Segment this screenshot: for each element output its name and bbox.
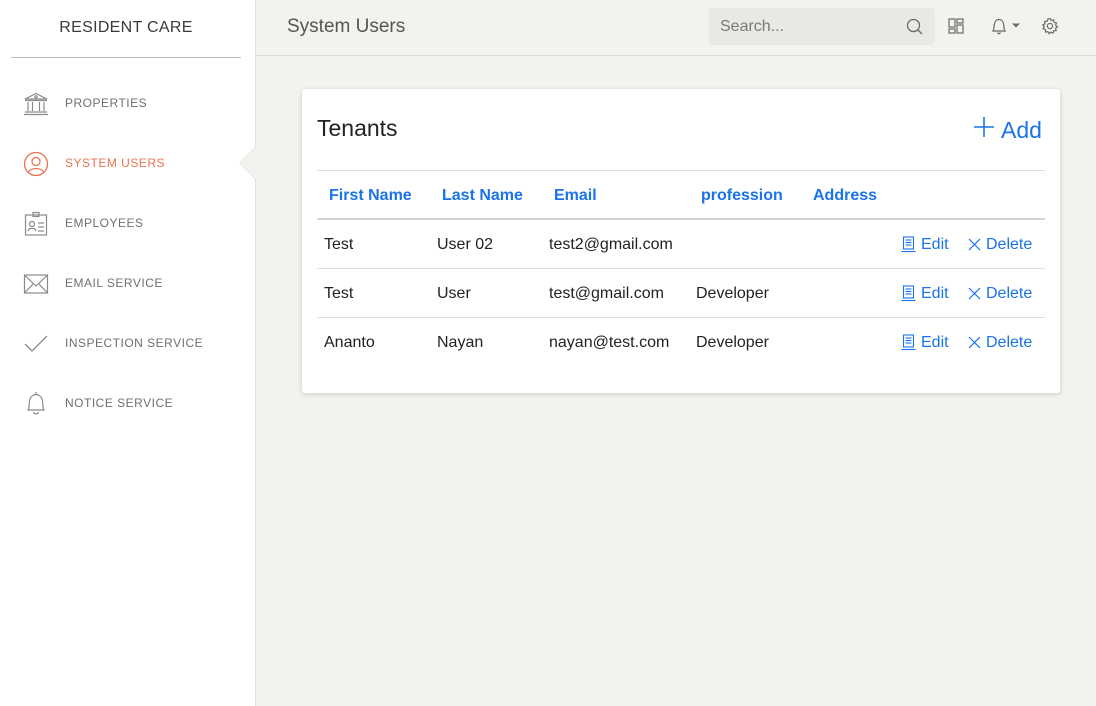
sidebar-item-system-users[interactable]: SYSTEM USERS xyxy=(0,143,255,183)
card-title: Tenants xyxy=(317,115,398,141)
sidebar: RESIDENT CARE PROPERTIES SYSTEM USERS EM… xyxy=(0,0,256,706)
edit-document-icon xyxy=(901,285,916,302)
sidebar-item-label: EMPLOYEES xyxy=(65,216,144,230)
close-icon xyxy=(968,287,981,300)
id-card-icon xyxy=(23,211,49,237)
sidebar-item-employees[interactable]: EMPLOYEES xyxy=(0,203,255,243)
sidebar-item-label: EMAIL SERVICE xyxy=(65,276,163,290)
sidebar-item-notice-service[interactable]: NOTICE SERVICE xyxy=(0,383,255,423)
add-button-label: Add xyxy=(1001,116,1042,143)
sidebar-item-properties[interactable]: PROPERTIES xyxy=(0,83,255,123)
cell-last-name: User xyxy=(437,285,471,302)
cell-email: nayan@test.com xyxy=(549,334,670,351)
cell-first-name: Test xyxy=(324,285,354,302)
edit-button[interactable]: Edit xyxy=(901,269,949,318)
notifications-bell-icon[interactable] xyxy=(990,17,1022,37)
active-indicator xyxy=(240,147,256,179)
column-header-profession[interactable]: profession xyxy=(701,171,783,220)
settings-gear-icon[interactable] xyxy=(1041,17,1061,37)
brand-title: RESIDENT CARE xyxy=(11,0,241,58)
edit-label: Edit xyxy=(921,236,949,253)
close-icon xyxy=(968,238,981,251)
cell-last-name: User 02 xyxy=(437,236,494,253)
sidebar-item-inspection-service[interactable]: INSPECTION SERVICE xyxy=(0,323,255,363)
table-header: First Name Last Name Email profession Ad… xyxy=(317,171,1045,220)
bank-icon xyxy=(23,91,49,117)
delete-label: Delete xyxy=(986,285,1033,302)
bell-icon xyxy=(23,391,49,417)
column-header-email[interactable]: Email xyxy=(554,171,597,220)
cell-email: test@gmail.com xyxy=(549,285,664,302)
column-header-address[interactable]: Address xyxy=(813,171,877,220)
page-title: System Users xyxy=(287,16,406,37)
sidebar-item-label: PROPERTIES xyxy=(65,96,148,110)
edit-button[interactable]: Edit xyxy=(901,220,949,269)
delete-label: Delete xyxy=(986,236,1033,253)
table-row: Test User test@gmail.com Developer Edit … xyxy=(317,269,1045,318)
sidebar-item-label: INSPECTION SERVICE xyxy=(65,336,204,350)
checkmark-icon xyxy=(23,331,49,357)
delete-button[interactable]: Delete xyxy=(968,269,1032,318)
edit-label: Edit xyxy=(921,334,949,351)
sidebar-item-label: NOTICE SERVICE xyxy=(65,396,174,410)
cell-email: test2@gmail.com xyxy=(549,236,673,253)
delete-button[interactable]: Delete xyxy=(968,220,1032,269)
sidebar-item-email-service[interactable]: EMAIL SERVICE xyxy=(0,263,255,303)
edit-document-icon xyxy=(901,334,916,351)
cell-last-name: Nayan xyxy=(437,334,484,351)
dashboard-icon[interactable] xyxy=(947,17,967,37)
table-row: Test User 02 test2@gmail.com Edit Delete xyxy=(317,220,1045,269)
delete-label: Delete xyxy=(986,334,1033,351)
cell-first-name: Ananto xyxy=(324,334,375,351)
edit-button[interactable]: Edit xyxy=(901,318,949,367)
cell-profession: Developer xyxy=(696,334,769,351)
column-header-first-name[interactable]: First Name xyxy=(329,171,412,220)
top-bar: System Users xyxy=(256,0,1096,56)
edit-document-icon xyxy=(901,236,916,253)
tenants-card: Tenants Add First Name Last Name Email p… xyxy=(302,89,1060,393)
user-circle-icon xyxy=(23,151,49,177)
tenants-table: First Name Last Name Email profession Ad… xyxy=(317,170,1045,367)
sidebar-item-label: SYSTEM USERS xyxy=(65,156,166,170)
search-box xyxy=(709,8,935,45)
cell-first-name: Test xyxy=(324,236,354,253)
envelope-icon xyxy=(23,271,49,297)
edit-label: Edit xyxy=(921,285,949,302)
table-row: Ananto Nayan nayan@test.com Developer Ed… xyxy=(317,318,1045,367)
close-icon xyxy=(968,336,981,349)
delete-button[interactable]: Delete xyxy=(968,318,1032,367)
search-input[interactable] xyxy=(709,8,899,45)
add-tenant-button[interactable]: Add xyxy=(973,115,1042,145)
search-icon[interactable] xyxy=(905,17,925,37)
column-header-last-name[interactable]: Last Name xyxy=(442,171,523,220)
plus-icon xyxy=(973,116,995,138)
cell-profession: Developer xyxy=(696,285,769,302)
